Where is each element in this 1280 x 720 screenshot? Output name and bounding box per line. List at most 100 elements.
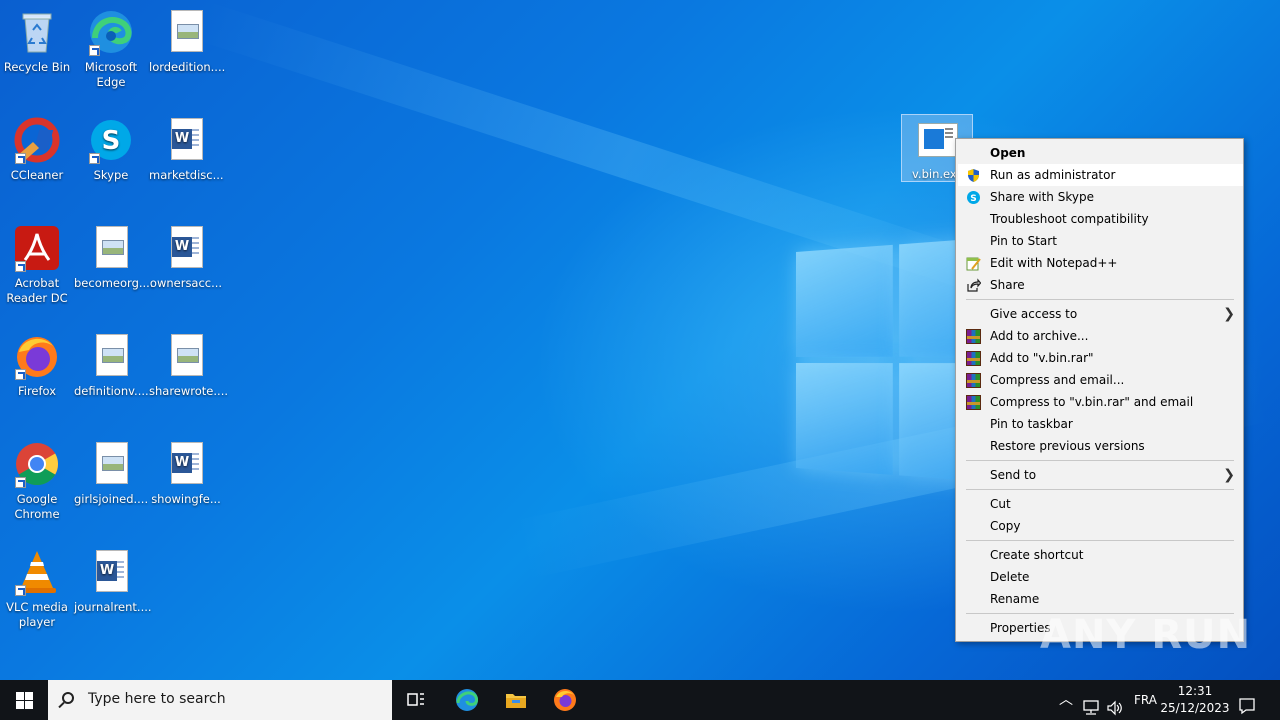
edge-icon[interactable] bbox=[455, 688, 479, 712]
desktop-icon-file[interactable]: definitionv.... bbox=[74, 332, 149, 399]
menu-item-label: Share with Skype bbox=[990, 190, 1094, 204]
skype-icon: S bbox=[87, 116, 135, 164]
desktop-icon-label: Skype bbox=[93, 168, 129, 182]
shortcut-arrow-icon bbox=[15, 261, 26, 272]
file-explorer-icon[interactable] bbox=[504, 688, 528, 712]
search-placeholder: Type here to search bbox=[88, 691, 226, 707]
desktop-icon-file[interactable]: girlsjoined.... bbox=[74, 440, 148, 507]
desktop-icon-file[interactable]: W ownersacc... bbox=[149, 224, 223, 291]
menu-item-label: Add to "v.bin.rar" bbox=[990, 351, 1094, 365]
desktop[interactable]: Recycle Bin CCleaner Acrobat Reader DC F… bbox=[0, 0, 1280, 680]
start-button[interactable] bbox=[0, 680, 48, 720]
image-file-icon bbox=[87, 332, 135, 380]
menu-item-label: Delete bbox=[990, 570, 1030, 584]
desktop-icon-label: definitionv.... bbox=[74, 384, 149, 398]
network-icon[interactable] bbox=[1082, 692, 1100, 715]
desktop-icon-chrome[interactable]: Google Chrome bbox=[0, 440, 74, 522]
image-file-icon bbox=[87, 224, 135, 272]
chevron-right-icon: ❯ bbox=[1223, 467, 1235, 483]
winrar-icon bbox=[966, 395, 981, 410]
svg-text:S: S bbox=[970, 194, 976, 204]
desktop-icon-skype[interactable]: S Skype bbox=[74, 116, 148, 183]
desktop-icon-file[interactable]: becomeorg.... bbox=[74, 224, 154, 291]
menu-item-add-to-archive[interactable]: Add to archive... bbox=[958, 325, 1243, 347]
menu-item-give-access-to[interactable]: Give access to ❯ bbox=[958, 303, 1243, 325]
anyrun-watermark: ANY RUN bbox=[1040, 612, 1252, 658]
menu-item-send-to[interactable]: Send to ❯ bbox=[958, 464, 1243, 486]
acrobat-icon bbox=[13, 224, 61, 272]
menu-item-label: Compress and email... bbox=[990, 373, 1125, 387]
share-icon bbox=[966, 278, 982, 293]
context-menu: Open Run as administrator S Share with S… bbox=[955, 138, 1244, 642]
desktop-icon-ccleaner[interactable]: CCleaner bbox=[0, 116, 74, 183]
desktop-icon-label: VLC media player bbox=[6, 600, 68, 629]
menu-item-compress-and-email[interactable]: Compress and email... bbox=[958, 369, 1243, 391]
menu-item-delete[interactable]: Delete bbox=[958, 566, 1243, 588]
task-view-icon[interactable] bbox=[404, 688, 428, 712]
executable-file-icon bbox=[918, 123, 958, 157]
vlc-icon bbox=[13, 548, 61, 596]
menu-item-pin-to-start[interactable]: Pin to Start bbox=[958, 230, 1243, 252]
menu-item-add-to-rar[interactable]: Add to "v.bin.rar" bbox=[958, 347, 1243, 369]
winrar-icon bbox=[966, 351, 981, 366]
menu-item-open[interactable]: Open bbox=[958, 142, 1243, 164]
language-indicator[interactable]: FRA bbox=[1134, 680, 1157, 720]
menu-separator bbox=[966, 489, 1234, 490]
menu-item-cut[interactable]: Cut bbox=[958, 493, 1243, 515]
menu-item-pin-to-taskbar[interactable]: Pin to taskbar bbox=[958, 413, 1243, 435]
desktop-icon-file[interactable]: sharewrote.... bbox=[149, 332, 228, 399]
volume-icon[interactable] bbox=[1106, 692, 1124, 716]
menu-item-restore-previous-versions[interactable]: Restore previous versions bbox=[958, 435, 1243, 457]
taskbar-search-box[interactable]: Type here to search bbox=[48, 680, 392, 720]
menu-item-label: Send to bbox=[990, 468, 1037, 482]
clock-time: 12:31 bbox=[1177, 684, 1213, 698]
menu-item-label: Add to archive... bbox=[990, 329, 1089, 343]
desktop-icon-label: Acrobat Reader DC bbox=[6, 276, 68, 305]
menu-item-label: Rename bbox=[990, 592, 1040, 606]
menu-item-run-as-administrator[interactable]: Run as administrator bbox=[958, 164, 1243, 186]
desktop-icon-file[interactable]: W journalrent.... bbox=[74, 548, 152, 615]
desktop-icon-recycle-bin[interactable]: Recycle Bin bbox=[0, 8, 74, 75]
firefox-icon bbox=[13, 332, 61, 380]
winrar-icon bbox=[966, 373, 981, 388]
desktop-icon-vlc[interactable]: VLC media player bbox=[0, 548, 74, 630]
desktop-icon-file[interactable]: lordedition.... bbox=[149, 8, 225, 75]
menu-item-edit-with-notepad[interactable]: Edit with Notepad++ bbox=[958, 252, 1243, 274]
menu-item-label: Give access to bbox=[990, 307, 1078, 321]
shortcut-arrow-icon bbox=[15, 153, 26, 164]
shortcut-arrow-icon bbox=[15, 477, 26, 488]
firefox-icon[interactable] bbox=[553, 688, 577, 712]
menu-item-label: Troubleshoot compatibility bbox=[990, 212, 1149, 226]
menu-item-share[interactable]: Share bbox=[958, 274, 1243, 296]
image-file-icon bbox=[87, 440, 135, 488]
notification-icon[interactable] bbox=[1238, 691, 1256, 715]
menu-item-create-shortcut[interactable]: Create shortcut bbox=[958, 544, 1243, 566]
desktop-icon-file[interactable]: W marketdisc... bbox=[149, 116, 224, 183]
shortcut-arrow-icon bbox=[15, 585, 26, 596]
desktop-icon-label: Google Chrome bbox=[14, 492, 60, 521]
menu-separator bbox=[966, 540, 1234, 541]
desktop-icon-acrobat[interactable]: Acrobat Reader DC bbox=[0, 224, 74, 306]
menu-item-troubleshoot-compatibility[interactable]: Troubleshoot compatibility bbox=[958, 208, 1243, 230]
menu-item-compress-to-rar-and-email[interactable]: Compress to "v.bin.rar" and email bbox=[958, 391, 1243, 413]
desktop-icon-label: ownersacc... bbox=[149, 276, 223, 290]
menu-item-rename[interactable]: Rename bbox=[958, 588, 1243, 610]
winrar-icon bbox=[966, 329, 981, 344]
clock[interactable]: 12:31 25/12/2023 bbox=[1160, 683, 1230, 717]
menu-item-label: Run as administrator bbox=[990, 168, 1116, 182]
menu-item-label: Create shortcut bbox=[990, 548, 1084, 562]
menu-item-copy[interactable]: Copy bbox=[958, 515, 1243, 537]
menu-item-share-with-skype[interactable]: S Share with Skype bbox=[958, 186, 1243, 208]
desktop-icon-label: sharewrote.... bbox=[149, 384, 229, 398]
uac-shield-icon bbox=[966, 168, 981, 183]
recycle-bin-icon bbox=[13, 8, 61, 56]
chevron-up-icon[interactable]: ︿ bbox=[1059, 680, 1073, 720]
desktop-icon-file[interactable]: W showingfe... bbox=[149, 440, 223, 507]
desktop-icon-firefox[interactable]: Firefox bbox=[0, 332, 74, 399]
menu-item-label: Copy bbox=[990, 519, 1021, 533]
desktop-icon-label: becomeorg.... bbox=[74, 276, 154, 290]
desktop-icon-label: Microsoft Edge bbox=[84, 60, 138, 89]
desktop-icon-edge[interactable]: Microsoft Edge bbox=[74, 8, 148, 90]
desktop-icon-label: Firefox bbox=[17, 384, 57, 398]
desktop-icon-label: journalrent.... bbox=[74, 600, 152, 614]
